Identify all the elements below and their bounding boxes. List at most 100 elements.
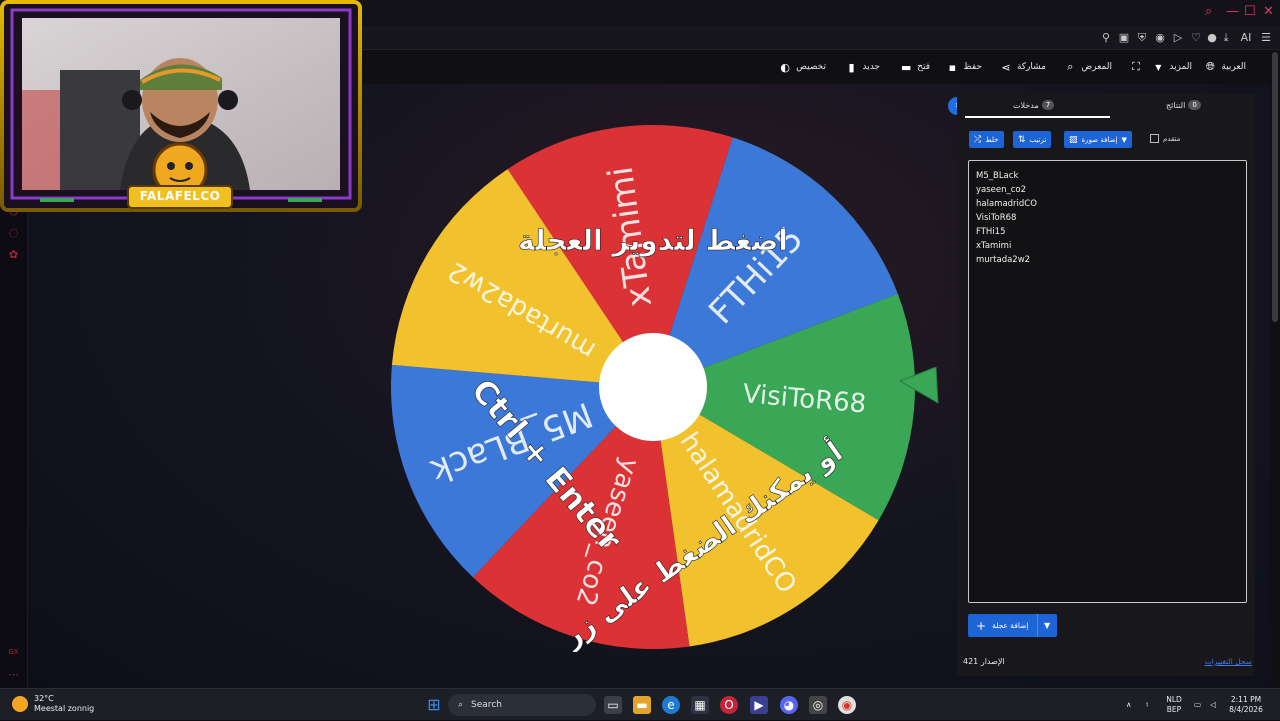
task-view-icon[interactable]: ▭ [604, 696, 622, 714]
new-button[interactable]: ▮ جديد [845, 59, 880, 75]
volume-icon[interactable]: ◁ [1210, 700, 1216, 710]
store-icon[interactable]: ▦ [691, 696, 709, 714]
webcam-overlay: FALAFELCO [0, 0, 362, 212]
advanced-checkbox[interactable] [1150, 134, 1159, 143]
play-icon[interactable]: ▷ [1172, 32, 1184, 44]
list-item: murtada2w2 [976, 255, 1031, 265]
open-button[interactable]: ▬ فتح [900, 59, 930, 75]
sort-icon: ⇅ [1018, 134, 1026, 145]
microphone-icon[interactable]: ♮ [1146, 700, 1149, 710]
advanced-toggle[interactable]: متقدم [1150, 134, 1180, 143]
more-label: المزيد [1169, 62, 1192, 72]
sort-button[interactable]: ⇅ ترتيب [1013, 131, 1052, 148]
minimize-icon[interactable]: — [1226, 4, 1239, 19]
lang-1: NLD [1166, 695, 1182, 704]
save-label: حفظ [963, 62, 982, 72]
language-button[interactable]: 🌐︎ العربية [1204, 59, 1246, 75]
ai-label: AI [1240, 31, 1252, 44]
save-button[interactable]: ▪ حفظ [946, 59, 982, 75]
tray-expand-icon[interactable]: ∧ [1126, 700, 1132, 710]
version-info: 421 الإصدار [963, 657, 1005, 666]
folder-icon: ▬ [900, 60, 912, 74]
wheel-graphic[interactable]: xTamimi FTHi15VisiToR68halamadridCOyaseen… [388, 122, 918, 655]
version-number: 421 [963, 657, 979, 666]
menu-icon[interactable]: ☰ [1260, 32, 1272, 44]
app-toolbar: 🌐︎ العربية ▼ المزيد ⛶ ⌕ المعرض ⋖ مشاركة … [360, 50, 1270, 84]
shuffle-label: خلط [985, 135, 999, 144]
list-item: VisiToR68 [976, 213, 1017, 223]
weather-text: Meestal zonnig [34, 704, 95, 713]
network-icon[interactable]: ▭ [1194, 700, 1201, 710]
chat-icon[interactable]: ◌ [7, 226, 20, 239]
tab-results-label: النتائج [1166, 100, 1186, 110]
temperature: 32°C [34, 694, 54, 703]
discord-icon[interactable]: ◕ [780, 696, 798, 714]
shuffle-button[interactable]: ⤮ خلط [969, 131, 1004, 148]
obs-icon[interactable]: ◎ [809, 696, 827, 714]
add-image-label: إضافة صورة [1081, 135, 1118, 144]
palette-icon: ◐ [780, 60, 790, 74]
tab-results-count: 0 [1188, 100, 1201, 110]
customize-button[interactable]: ◐ تخصيص [779, 59, 826, 75]
share-label: مشاركة [1016, 62, 1046, 72]
gallery-button[interactable]: ⌕ المعرض [1064, 59, 1112, 75]
gx-icon[interactable]: GX [7, 648, 20, 661]
shield-icon[interactable]: ⛨ [1136, 32, 1148, 44]
spin-wheel[interactable]: xTamimi FTHi15 VisiToR68 halamadridCO yaseen… [388, 122, 918, 655]
falafelco-logo: FALAFELCO [139, 189, 221, 203]
more-button[interactable]: ▼ المزيد [1152, 59, 1192, 75]
search-placeholder: Search [471, 700, 502, 710]
share-button[interactable]: ⋖ مشاركة [1000, 59, 1046, 75]
heart-icon[interactable]: ♡ [1190, 32, 1202, 44]
tab-entries-count: 7 [1041, 100, 1055, 110]
opera-gx-icon[interactable]: O [720, 696, 738, 714]
changelog-link[interactable]: سجل التغييرات [1205, 657, 1252, 666]
taskbar-search[interactable]: ⌕ Search [448, 694, 596, 716]
file-explorer-icon[interactable]: ▬ [633, 696, 651, 714]
scroll-thumb[interactable] [1272, 52, 1278, 322]
tab-entries[interactable]: مدخلات 7 [1013, 100, 1055, 110]
search-icon[interactable]: ⌕ [1205, 4, 1212, 19]
ai-button[interactable]: AI [1236, 32, 1256, 44]
add-wheel-button[interactable]: + إضافة عجلة [968, 614, 1037, 637]
pin-icon[interactable]: ⚲ [1100, 32, 1112, 44]
sun-icon [12, 696, 28, 712]
add-wheel-control: + إضافة عجلة ▼ [968, 614, 1057, 637]
page-scrollbar[interactable] [1270, 50, 1280, 688]
save-icon: ▪ [948, 60, 957, 74]
shuffle-icon: ⤮ [974, 134, 982, 145]
open-label: فتح [917, 62, 930, 72]
tab-entries-label: مدخلات [1013, 100, 1039, 110]
add-wheel-dropdown[interactable]: ▼ [1036, 614, 1057, 637]
wheel-center[interactable] [599, 333, 707, 441]
more-dots-icon[interactable]: ⋯ [7, 668, 20, 681]
edge-browser-icon[interactable]: e [662, 696, 680, 714]
customize-label: تخصيص [796, 62, 826, 72]
fullscreen-icon: ⛶ [1132, 60, 1140, 73]
caret-down-icon: ▼ [1155, 62, 1162, 72]
maximize-icon[interactable]: ☐ [1244, 4, 1256, 19]
settings-icon[interactable]: ✿ [7, 248, 20, 261]
fullscreen-button[interactable]: ⛶ [1130, 59, 1142, 75]
system-tray: ∧ ♮ NLD BEP ▭ ◁ 2:11 PM 8/4/2026 [1120, 689, 1280, 721]
new-label: جديد [862, 62, 880, 72]
media-app-icon[interactable]: ▶ [750, 696, 768, 714]
caret-down-icon: ▼ [1121, 135, 1127, 144]
windows-start-icon[interactable]: ⊞ [425, 696, 443, 714]
tab-results[interactable]: النتائج 0 [1166, 100, 1201, 110]
list-item: halamadridCO [976, 199, 1037, 209]
input-language[interactable]: NLD BEP [1162, 695, 1186, 715]
clock[interactable]: 2:11 PM 8/4/2026 [1224, 695, 1268, 715]
screenshot-icon[interactable]: ▣ [1118, 32, 1130, 44]
add-image-button[interactable]: ▨ إضافة صورة ▼ [1064, 131, 1132, 148]
date: 8/4/2026 [1229, 705, 1263, 714]
profile-icon[interactable]: ● [1206, 32, 1218, 44]
download-icon[interactable]: ⤓ [1220, 32, 1232, 44]
windows-taskbar: 32°C Meestal zonnig ⊞ ⌕ Search ▭ ▬ e ▦ O… [0, 688, 1280, 720]
camera-icon[interactable]: ◉ [1154, 32, 1166, 44]
close-icon[interactable]: ✕ [1263, 4, 1274, 19]
weather-widget[interactable]: 32°C Meestal zonnig [12, 694, 94, 714]
entries-textarea[interactable]: M5_BLack yaseen_co2 halamadridCO VisiToR… [968, 160, 1247, 603]
chrome-icon[interactable]: ◉ [838, 696, 856, 714]
advanced-label: متقدم [1163, 134, 1181, 143]
